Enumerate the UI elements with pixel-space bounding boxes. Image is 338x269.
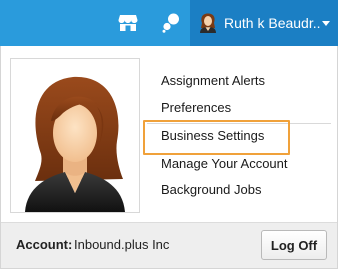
- top-nav-bar: Ruth k Beaudr..: [0, 0, 338, 46]
- account-name: Inbound.plus Inc: [74, 237, 170, 252]
- menu-item-assignment-alerts[interactable]: Assignment Alerts: [161, 73, 265, 88]
- profile-picture: [10, 58, 140, 213]
- chevron-down-icon: [322, 21, 330, 26]
- user-menu-toggle[interactable]: Ruth k Beaudr..: [190, 0, 338, 46]
- chat-icon[interactable]: [155, 0, 187, 46]
- highlight-box: [143, 120, 290, 155]
- menu-item-preferences[interactable]: Preferences: [161, 100, 231, 115]
- user-avatar-icon: [199, 13, 217, 33]
- store-icon[interactable]: [112, 0, 144, 46]
- log-off-button[interactable]: Log Off: [261, 230, 327, 260]
- menu-item-background-jobs[interactable]: Background Jobs: [161, 182, 261, 197]
- user-name: Ruth k Beaudr..: [224, 15, 321, 31]
- account-footer: Account: Inbound.plus Inc Log Off: [1, 222, 337, 268]
- menu-item-manage-account[interactable]: Manage Your Account: [161, 156, 288, 171]
- female-avatar-illustration: [25, 76, 125, 212]
- user-dropdown-panel: Assignment Alerts Preferences Business S…: [0, 46, 338, 269]
- account-label: Account:: [16, 237, 73, 252]
